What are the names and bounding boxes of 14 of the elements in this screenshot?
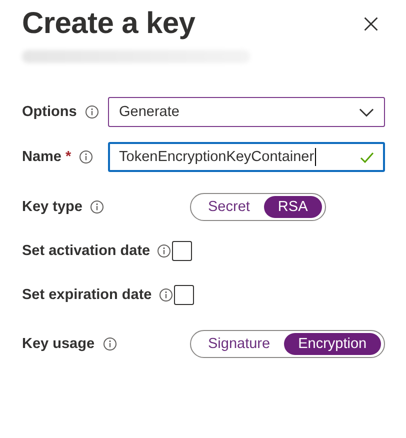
toggle-option[interactable]: RSA xyxy=(264,196,322,218)
name-input-field[interactable]: TokenEncryptionKeyContainer xyxy=(108,142,385,172)
field-label: Name xyxy=(22,149,62,165)
field-label: Key type xyxy=(22,199,82,215)
required-mark: * xyxy=(66,149,72,165)
field-label: Options xyxy=(22,104,77,120)
field-label: Set activation date xyxy=(22,243,150,259)
panel-title: Create a key xyxy=(22,7,196,41)
field-label: Key usage xyxy=(22,336,95,352)
toggle-option[interactable]: Secret xyxy=(194,196,264,218)
options-dropdown[interactable]: Generate xyxy=(108,97,385,127)
toggle-option[interactable]: Signature xyxy=(194,333,284,355)
field-label: Set expiration date xyxy=(22,287,152,303)
toggle-option[interactable]: Encryption xyxy=(284,333,381,355)
